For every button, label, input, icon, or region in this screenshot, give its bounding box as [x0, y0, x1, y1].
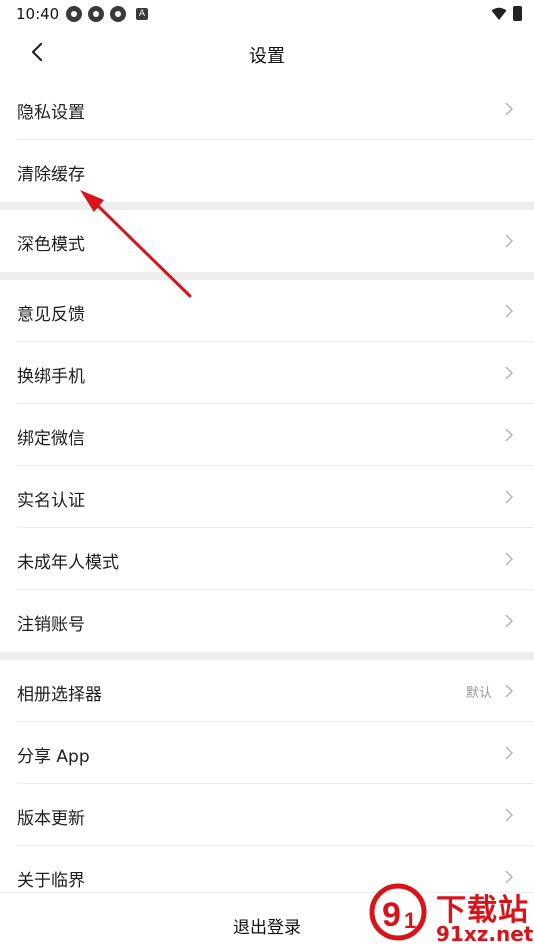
notification-icons: A: [66, 6, 148, 22]
battery-icon: [513, 6, 522, 21]
svg-text:1: 1: [404, 908, 416, 933]
row-label: 绑定微信: [17, 429, 85, 449]
settings-row-version-update[interactable]: 版本更新: [0, 784, 534, 846]
notification-icon: [66, 6, 82, 22]
settings-row-privacy[interactable]: 隐私设置: [0, 78, 534, 140]
notification-icon: [110, 6, 126, 22]
svg-text:9: 9: [382, 896, 401, 934]
watermark-url: 91xz.net: [436, 922, 534, 946]
chevron-right-icon: [505, 614, 514, 628]
row-label: 相册选择器: [17, 685, 102, 705]
title-bar: 设置: [0, 28, 534, 78]
settings-row-dark-mode[interactable]: 深色模式: [0, 210, 534, 272]
settings-row-change-phone[interactable]: 换绑手机: [0, 342, 534, 404]
section-gap: [0, 202, 534, 210]
page-title: 设置: [249, 46, 285, 67]
row-label: 实名认证: [17, 491, 85, 511]
chevron-right-icon: [505, 102, 514, 116]
wifi-icon: [491, 7, 507, 20]
row-label: 隐私设置: [17, 103, 85, 123]
chevron-right-icon: [505, 366, 514, 380]
settings-row-album-picker[interactable]: 相册选择器 默认: [0, 660, 534, 722]
settings-list: 隐私设置 清除缓存 深色模式 意见反馈 换绑手机 绑定微信 实名认证 未成年人模…: [0, 78, 534, 908]
row-label: 意见反馈: [17, 305, 85, 325]
chevron-right-icon: [505, 234, 514, 248]
chevron-right-icon: [505, 808, 514, 822]
chevron-right-icon: [505, 304, 514, 318]
section-gap: [0, 652, 534, 660]
status-bar: 10:40 A: [0, 0, 534, 28]
settings-row-delete-account[interactable]: 注销账号: [0, 590, 534, 652]
notification-icon: [88, 6, 104, 22]
chevron-right-icon: [505, 490, 514, 504]
chevron-right-icon: [505, 428, 514, 442]
a-notification-icon: A: [136, 8, 148, 20]
settings-row-clear-cache[interactable]: 清除缓存: [0, 140, 534, 202]
row-label: 关于临界: [17, 871, 85, 891]
row-label: 换绑手机: [17, 367, 85, 387]
row-label: 深色模式: [17, 235, 85, 255]
row-label: 注销账号: [17, 615, 85, 635]
row-label: 未成年人模式: [17, 553, 119, 573]
settings-row-share-app[interactable]: 分享 App: [0, 722, 534, 784]
chevron-right-icon: [505, 746, 514, 760]
settings-row-minor-mode[interactable]: 未成年人模式: [0, 528, 534, 590]
system-icons: [491, 6, 522, 21]
row-label: 版本更新: [17, 809, 85, 829]
row-label: 清除缓存: [17, 165, 85, 185]
settings-row-feedback[interactable]: 意见反馈: [0, 280, 534, 342]
row-value: 默认: [465, 686, 492, 701]
settings-row-real-name[interactable]: 实名认证: [0, 466, 534, 528]
chevron-right-icon: [505, 552, 514, 566]
chevron-right-icon: [505, 684, 514, 698]
settings-row-bind-wechat[interactable]: 绑定微信: [0, 404, 534, 466]
status-time: 10:40: [16, 5, 60, 23]
section-gap: [0, 272, 534, 280]
row-label: 分享 App: [17, 747, 90, 767]
